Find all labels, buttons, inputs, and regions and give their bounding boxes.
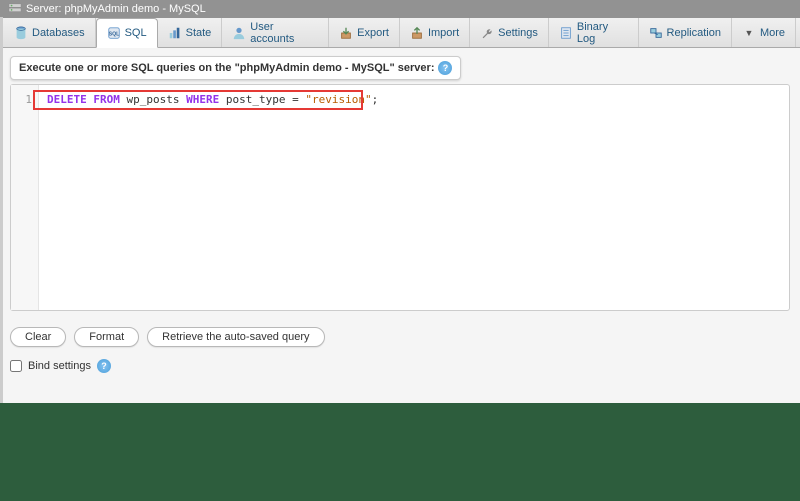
tab-import[interactable]: Import (400, 18, 470, 47)
bind-settings-checkbox[interactable] (10, 360, 22, 372)
bottom-strip (0, 403, 800, 501)
sql-fieldset-legend: Execute one or more SQL queries on the "… (10, 56, 461, 80)
tab-binlog-label: Binary Log (577, 21, 628, 45)
kw-delete: DELETE (47, 93, 87, 106)
bind-settings-label: Bind settings (28, 360, 91, 372)
line-number-1: 1 (25, 93, 32, 106)
help-icon[interactable]: ? (97, 359, 111, 373)
identifier-column: post_type (226, 93, 286, 106)
kw-where: WHERE (186, 93, 219, 106)
tab-users-label: User accounts (250, 21, 318, 45)
nav-tabs: Databases SQL SQL State User accounts Ex… (0, 18, 800, 48)
format-button[interactable]: Format (74, 327, 139, 347)
tab-users[interactable]: User accounts (222, 18, 329, 47)
legend-text: Execute one or more SQL queries on the "… (19, 62, 434, 74)
tab-binlog[interactable]: Binary Log (549, 18, 639, 47)
export-icon (339, 26, 353, 40)
breadcrumb-server-label[interactable]: Server: phpMyAdmin demo - MySQL (26, 3, 206, 15)
tab-settings-label: Settings (498, 27, 538, 39)
tab-replication-label: Replication (667, 27, 721, 39)
terminator: ; (372, 93, 379, 106)
binlog-icon (559, 26, 573, 40)
tab-sql[interactable]: SQL SQL (96, 18, 158, 48)
line-number-gutter: 1 (11, 85, 39, 310)
string-value: "revision" (305, 93, 371, 106)
tab-export-label: Export (357, 27, 389, 39)
sql-code-editor[interactable]: 1 DELETE FROM wp_posts WHERE post_type =… (10, 84, 790, 311)
server-icon (8, 3, 22, 15)
sql-icon: SQL (107, 26, 121, 40)
tab-import-label: Import (428, 27, 459, 39)
button-row: Clear Format Retrieve the auto-saved que… (0, 319, 800, 355)
tab-more[interactable]: ▼ More (732, 18, 796, 47)
clear-button[interactable]: Clear (10, 327, 66, 347)
tab-settings[interactable]: Settings (470, 18, 549, 47)
code-text-area[interactable]: DELETE FROM wp_posts WHERE post_type = "… (39, 85, 789, 310)
tab-status[interactable]: State (158, 18, 223, 47)
tab-databases-label: Databases (32, 27, 85, 39)
kw-from: FROM (93, 93, 120, 106)
database-icon (14, 26, 28, 40)
import-icon (410, 26, 424, 40)
status-icon (168, 26, 182, 40)
tab-more-label: More (760, 27, 785, 39)
tab-export[interactable]: Export (329, 18, 400, 47)
retrieve-button[interactable]: Retrieve the auto-saved query (147, 327, 324, 347)
identifier-table: wp_posts (127, 93, 180, 106)
tab-sql-label: SQL (125, 27, 147, 39)
left-border (0, 17, 3, 403)
svg-text:SQL: SQL (108, 32, 120, 38)
replication-icon (649, 26, 663, 40)
content-area: Execute one or more SQL queries on the "… (0, 48, 800, 319)
operator-equals: = (292, 93, 299, 106)
users-icon (232, 26, 246, 40)
bind-settings-row: Bind settings ? (0, 355, 800, 377)
dropdown-icon: ▼ (742, 26, 756, 40)
breadcrumb: Server: phpMyAdmin demo - MySQL (0, 0, 800, 18)
tab-status-label: State (186, 27, 212, 39)
tab-replication[interactable]: Replication (639, 18, 732, 47)
wrench-icon (480, 26, 494, 40)
tab-databases[interactable]: Databases (4, 18, 96, 47)
help-icon[interactable]: ? (438, 61, 452, 75)
